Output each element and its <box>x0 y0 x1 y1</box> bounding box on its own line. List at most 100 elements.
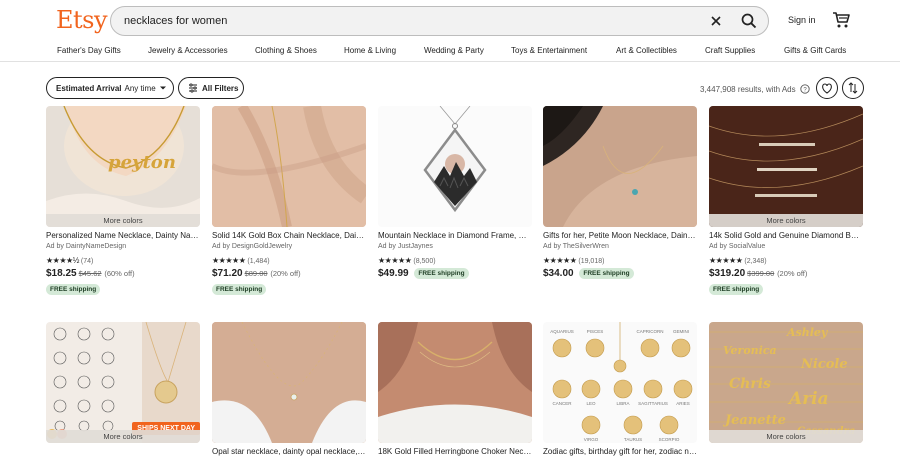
star-rating-icons: ★★★★★ <box>543 256 577 265</box>
product-image[interactable]: More colors <box>709 106 863 227</box>
product-seller[interactable]: Ad by DesignGoldJewelry <box>212 243 292 250</box>
zodiac-label: LEO <box>586 401 596 406</box>
cart-icon[interactable] <box>832 11 850 29</box>
product-card[interactable]: Solid 14K Gold Box Chain Necklace, Daint… <box>212 106 366 311</box>
sort-button[interactable] <box>842 77 864 99</box>
search-icon[interactable] <box>740 12 758 30</box>
heart-icon <box>822 83 832 94</box>
estimated-arrival-filter[interactable]: Estimated Arrival Any time <box>46 77 174 99</box>
arrival-value: Any time <box>124 83 156 93</box>
product-title[interactable]: Zodiac gifts, birthday gift for her, zod… <box>543 447 697 456</box>
product-title[interactable]: Personalized Name Necklace, Dainty Name … <box>46 231 200 240</box>
product-card[interactable]: peyton More colors Personalized Name Nec… <box>46 106 200 311</box>
nav-item-wedding[interactable]: Wedding & Party <box>424 46 484 55</box>
nav-item-gifts[interactable]: Gifts & Gift Cards <box>784 46 846 55</box>
sale-price: $319.20 <box>709 268 746 279</box>
product-price: $71.20 $89.00 (20% off) <box>212 268 301 279</box>
product-title[interactable]: Gifts for her, Petite Moon Necklace, Dai… <box>543 231 697 240</box>
product-card[interactable]: Gifts for her, Petite Moon Necklace, Dai… <box>543 106 697 311</box>
sale-price: $34.00 <box>543 268 574 279</box>
product-image[interactable]: peyton More colors <box>46 106 200 227</box>
more-colors-label: More colors <box>46 430 200 443</box>
product-image[interactable] <box>212 106 366 227</box>
discount-text: (20% off) <box>777 269 808 278</box>
product-image[interactable]: SHIPS NEXT DAY More colors <box>46 322 200 443</box>
close-icon[interactable] <box>708 13 724 29</box>
nav-item-clothing[interactable]: Clothing & Shoes <box>255 46 317 55</box>
product-card[interactable]: More colors 14k Solid Gold and Genuine D… <box>709 106 863 311</box>
all-filters-button[interactable]: All Filters <box>178 77 244 99</box>
product-seller[interactable]: Ad by TheSilverWren <box>543 243 609 250</box>
zodiac-label: AQUARIUS <box>550 329 574 334</box>
zodiac-label: SAGITTARIUS <box>638 401 668 406</box>
product-image[interactable] <box>212 322 366 443</box>
zodiac-label: CANCER <box>552 401 572 406</box>
product-rating: ★★★★★ (1,484) <box>212 256 270 265</box>
search-bar[interactable]: necklaces for women <box>110 6 769 36</box>
review-count: (19,018) <box>578 258 605 265</box>
zodiac-label: GEMINI <box>673 329 689 334</box>
category-nav: Father's Day Gifts Jewelry & Accessories… <box>0 42 900 62</box>
results-text: 3,447,908 results, with Ads <box>700 85 796 94</box>
star-rating-icons: ★★★★½ <box>46 256 79 265</box>
search-input[interactable]: necklaces for women <box>124 15 227 27</box>
nav-item-home[interactable]: Home & Living <box>344 46 396 55</box>
bar-necklace-photo <box>709 106 863 227</box>
product-title[interactable]: Solid 14K Gold Box Chain Necklace, Daint… <box>212 231 366 240</box>
product-title[interactable]: 18K Gold Filled Herringbone Choker Neckl… <box>378 447 532 456</box>
product-card[interactable]: 18K Gold Filled Herringbone Choker Neckl… <box>378 322 532 460</box>
zodiac-label: ARIES <box>676 401 690 406</box>
review-count: (1,484) <box>247 258 270 265</box>
etsy-logo[interactable]: Etsy <box>56 6 108 34</box>
name-word: Chris <box>729 376 771 392</box>
product-image[interactable]: AQUARIUS PISCES CAPRICORN GEMINI CANCER … <box>543 322 697 443</box>
product-card[interactable]: Opal star necklace, dainty opal necklace… <box>212 322 366 460</box>
herringbone-choker-photo <box>378 322 532 443</box>
review-count: (8,500) <box>413 258 436 265</box>
sale-price: $71.20 <box>212 268 243 279</box>
sign-in-link[interactable]: Sign in <box>788 15 816 25</box>
free-shipping-badge: FREE shipping <box>46 284 101 295</box>
nav-item-art[interactable]: Art & Collectibles <box>616 46 677 55</box>
zodiac-label: VIRGO <box>584 437 599 442</box>
product-card[interactable]: Ashley Veronica Nicole Chris Aria Jeanet… <box>709 322 863 460</box>
name-word: Ashley <box>786 326 829 339</box>
product-card[interactable]: Mountain Necklace in Diamond Frame, Hiki… <box>378 106 532 311</box>
zodiac-necklace-photo: AQUARIUS PISCES CAPRICORN GEMINI CANCER … <box>543 322 697 443</box>
review-count: (2,348) <box>744 258 767 265</box>
name-word: Nicole <box>800 357 848 372</box>
original-price: $399.00 <box>747 269 775 278</box>
nav-item-fathers-day[interactable]: Father's Day Gifts <box>57 46 121 55</box>
product-seller[interactable]: Ad by JustJaynes <box>378 243 433 250</box>
zodiac-label: TAURUS <box>624 437 642 442</box>
product-image[interactable] <box>378 322 532 443</box>
product-price: $49.99 FREE shipping <box>378 268 469 279</box>
filter-icon <box>189 83 197 93</box>
results-count: 3,447,908 results, with Ads ? <box>700 84 810 94</box>
product-title[interactable]: 14k Solid Gold and Genuine Diamond Bar N… <box>709 231 863 240</box>
product-image[interactable] <box>378 106 532 227</box>
original-price: $45.62 <box>78 269 102 278</box>
product-title[interactable]: Mountain Necklace in Diamond Frame, Hiki… <box>378 231 532 240</box>
sort-icon <box>848 82 858 94</box>
product-card[interactable]: SHIPS NEXT DAY More colors <box>46 322 200 460</box>
product-seller[interactable]: Ad by SocialValue <box>709 243 765 250</box>
product-seller[interactable]: Ad by DaintyNameDesign <box>46 243 126 250</box>
nav-item-jewelry[interactable]: Jewelry & Accessories <box>148 46 228 55</box>
zodiac-label: PISCES <box>587 329 604 334</box>
favorite-search-button[interactable] <box>816 77 838 99</box>
nav-item-toys[interactable]: Toys & Entertainment <box>511 46 587 55</box>
product-title[interactable]: Opal star necklace, dainty opal necklace… <box>212 447 366 456</box>
product-image[interactable] <box>543 106 697 227</box>
help-icon[interactable]: ? <box>800 84 810 94</box>
product-card[interactable]: AQUARIUS PISCES CAPRICORN GEMINI CANCER … <box>543 322 697 460</box>
free-shipping-badge: FREE shipping <box>414 268 469 279</box>
arrival-label: Estimated Arrival <box>56 83 122 93</box>
star-rating-icons: ★★★★★ <box>378 256 412 265</box>
more-colors-label: More colors <box>709 430 863 443</box>
original-price: $89.00 <box>244 269 268 278</box>
name-word: Jeanette <box>722 413 786 428</box>
product-image[interactable]: Ashley Veronica Nicole Chris Aria Jeanet… <box>709 322 863 443</box>
nav-item-craft[interactable]: Craft Supplies <box>705 46 755 55</box>
sale-price: $49.99 <box>378 268 409 279</box>
